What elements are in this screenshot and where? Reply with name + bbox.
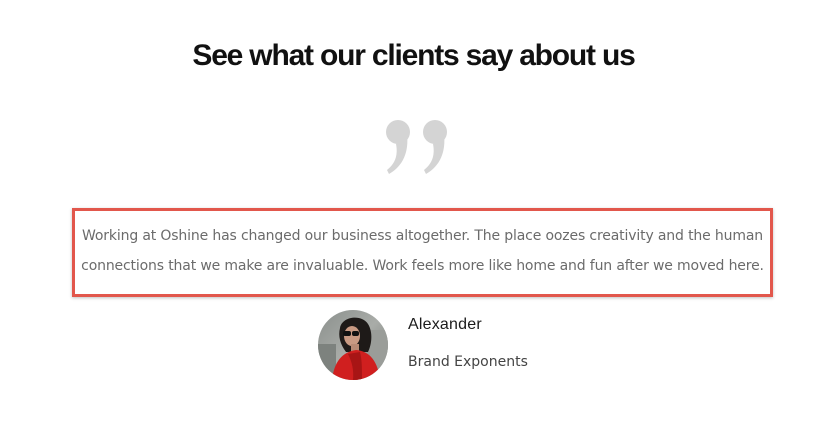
section-title: See what our clients say about us [192,39,635,72]
testimonial-line-1: Working at Oshine has changed our busine… [82,228,763,244]
testimonial-text: Working at Oshine has changed our busine… [75,221,770,281]
testimonial-line-2: connections that we make are invaluable.… [81,258,764,274]
author-name: Alexander [408,316,482,333]
quote-icon [386,120,447,174]
avatar [318,310,388,380]
author-company: Brand Exponents [408,354,528,370]
testimonials-section: See what our clients say about us Workin… [0,0,827,442]
avatar-image [318,310,388,380]
testimonial-quote-box: Working at Oshine has changed our busine… [72,208,773,297]
